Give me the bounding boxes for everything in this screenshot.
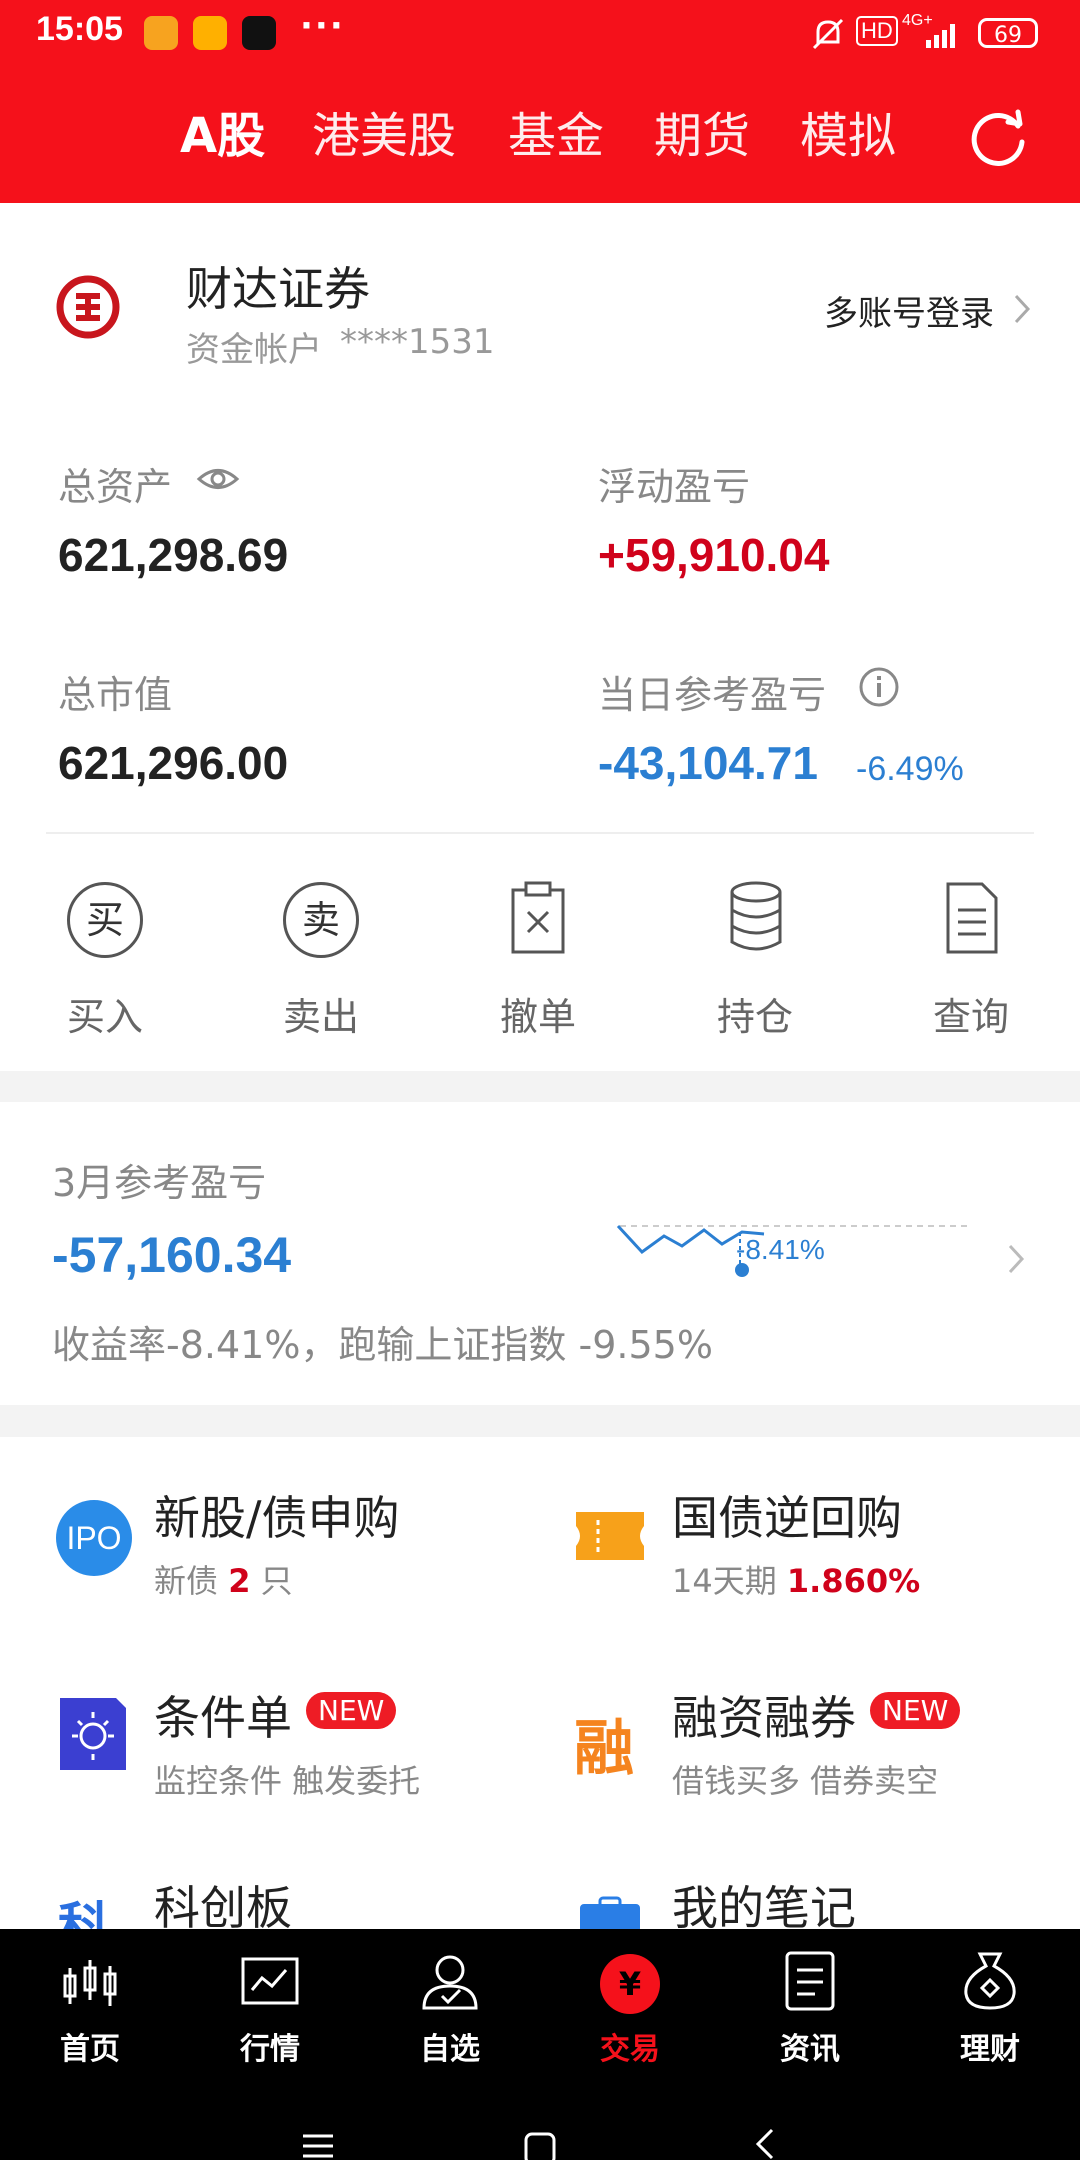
account-label: 资金帐户 xyxy=(186,330,322,370)
tab-simulation[interactable]: 模拟 xyxy=(800,98,896,174)
battery-indicator: 69 xyxy=(978,18,1038,48)
star-market-icon[interactable]: 科 xyxy=(58,1888,110,1929)
document-icon[interactable] xyxy=(942,880,1002,956)
chevron-right-icon[interactable] xyxy=(1012,292,1032,326)
multi-account-login[interactable]: 多账号登录 xyxy=(824,286,994,335)
tab-a-shares[interactable]: A股 xyxy=(180,98,265,174)
trade-yen-icon[interactable]: ¥ xyxy=(600,1954,660,2014)
star-market-title[interactable]: 科创板 xyxy=(154,1872,292,1929)
tab-funds[interactable]: 基金 xyxy=(508,98,604,174)
nav-trade[interactable]: 交易 xyxy=(570,2024,690,2068)
news-icon[interactable] xyxy=(782,1950,838,2012)
ipo-icon[interactable]: IPO xyxy=(56,1500,132,1576)
notification-app-icon xyxy=(193,16,227,50)
divider xyxy=(46,832,1034,834)
bottom-navigation xyxy=(0,1929,1080,2081)
my-notes-title[interactable]: 我的笔记 xyxy=(672,1872,856,1929)
mute-icon xyxy=(812,18,844,50)
margin-trading-title[interactable]: 融资融券 xyxy=(672,1682,856,1748)
hd-badge: HD xyxy=(856,16,898,46)
eye-icon[interactable] xyxy=(196,464,240,494)
notebook-icon[interactable] xyxy=(578,1896,642,1929)
buy-button[interactable]: 买入 xyxy=(30,986,180,1041)
reverse-repo-subtitle: 14天期 1.860% xyxy=(672,1562,921,1600)
tiktok-icon xyxy=(242,16,276,50)
buy-icon[interactable]: 买 xyxy=(67,882,143,958)
broker-logo xyxy=(56,275,120,339)
cancel-order-button[interactable]: 撤单 xyxy=(463,986,613,1041)
ipo-subscription-title[interactable]: 新股/债申购 xyxy=(154,1482,400,1548)
sell-button[interactable]: 卖出 xyxy=(246,986,396,1041)
status-time: 15:05 xyxy=(36,10,123,48)
new-badge: NEW xyxy=(306,1692,397,1729)
tab-hk-us-stocks[interactable]: 港美股 xyxy=(312,98,456,174)
info-icon[interactable] xyxy=(858,666,900,708)
market-chart-icon[interactable] xyxy=(240,1956,300,2010)
conditional-order-title[interactable]: 条件单 xyxy=(154,1682,292,1748)
account-number: ****1531 xyxy=(340,322,495,362)
monthly-pl-title: 3月参考盈亏 xyxy=(52,1161,267,1205)
floating-pl-value: +59,910.04 xyxy=(598,529,830,581)
total-assets-value: 621,298.69 xyxy=(58,529,289,581)
conditional-order-subtitle: 监控条件 触发委托 xyxy=(154,1762,421,1800)
positions-button[interactable]: 持仓 xyxy=(680,986,830,1041)
sparkline-label: -8.41% xyxy=(736,1234,825,1265)
nav-wealth[interactable]: 理财 xyxy=(930,2024,1050,2068)
watchlist-user-icon[interactable] xyxy=(420,1952,480,2012)
monthly-pl-value: -57,160.34 xyxy=(52,1227,292,1283)
market-value: 621,296.00 xyxy=(58,737,289,789)
ticket-icon[interactable] xyxy=(572,1508,648,1564)
margin-trading-icon[interactable]: 融 xyxy=(574,1700,634,1787)
chevron-right-icon[interactable] xyxy=(1006,1242,1026,1276)
query-button[interactable]: 查询 xyxy=(896,986,1046,1041)
money-bag-icon[interactable] xyxy=(960,1950,1020,2012)
more-notifications: ··· xyxy=(300,6,345,46)
total-assets-label: 总资产 xyxy=(58,465,173,509)
home-icon[interactable] xyxy=(522,2130,558,2160)
conditional-order-icon[interactable] xyxy=(58,1696,128,1772)
refresh-icon[interactable] xyxy=(968,106,1030,168)
margin-trading-subtitle: 借钱买多 借券卖空 xyxy=(672,1762,939,1800)
tab-futures[interactable]: 期货 xyxy=(654,98,750,174)
database-icon[interactable] xyxy=(726,880,786,956)
candlestick-icon[interactable] xyxy=(60,1956,120,2010)
sell-icon[interactable]: 卖 xyxy=(283,882,359,958)
back-icon[interactable] xyxy=(752,2126,776,2160)
cancel-order-icon[interactable] xyxy=(508,880,568,956)
new-badge: NEW xyxy=(870,1692,961,1729)
daily-pl-label: 当日参考盈亏 xyxy=(598,673,827,717)
signal-icon xyxy=(926,24,955,48)
reverse-repo-title[interactable]: 国债逆回购 xyxy=(672,1482,902,1548)
monthly-pl-description: 收益率-8.41%，跑输上证指数 -9.55% xyxy=(52,1323,713,1367)
recents-icon[interactable] xyxy=(300,2128,336,2160)
broker-name: 财达证券 xyxy=(186,262,370,316)
nav-home[interactable]: 首页 xyxy=(30,2024,150,2068)
ipo-subscription-subtitle: 新债 2 只 xyxy=(154,1562,293,1600)
floating-pl-label: 浮动盈亏 xyxy=(598,465,751,509)
nav-watchlist[interactable]: 自选 xyxy=(390,2024,510,2068)
daily-pl-percent: -6.49% xyxy=(856,750,964,788)
nav-market[interactable]: 行情 xyxy=(210,2024,330,2068)
daily-pl-value: -43,104.71 xyxy=(598,737,818,789)
market-value-label: 总市值 xyxy=(58,673,173,717)
nav-news[interactable]: 资讯 xyxy=(750,2024,870,2068)
notification-app-icon xyxy=(144,16,178,50)
